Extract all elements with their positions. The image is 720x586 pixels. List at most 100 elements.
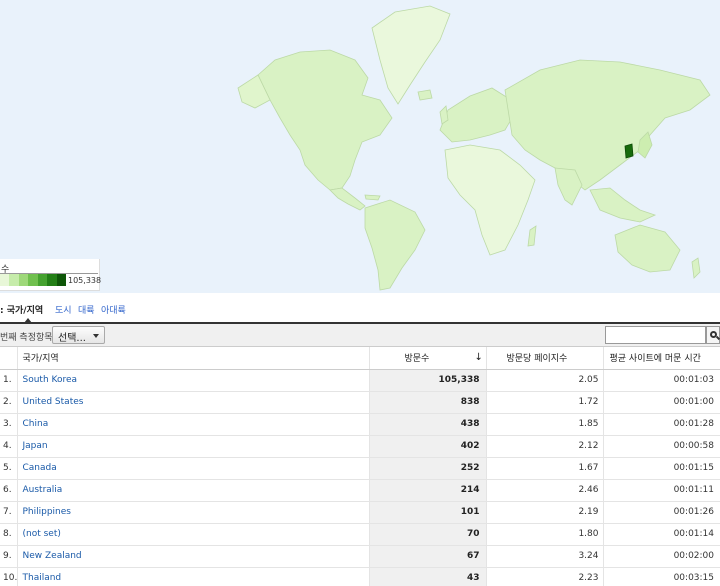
country-link[interactable]: China [23,419,49,429]
table-row[interactable]: 3. China 438 1.85 00:01:28 [0,413,720,436]
map-region-north-america [257,49,393,191]
table-row[interactable]: 5. Canada 252 1.67 00:01:15 [0,457,720,480]
table-row[interactable]: 1. South Korea 105,338 2.05 00:01:03 [0,369,720,392]
row-avg-time: 00:00:58 [602,435,720,458]
secondary-dimension-label: 번째 측정항목 [0,333,53,343]
row-visits: 70 [368,523,486,546]
table-row[interactable]: 8. (not set) 70 1.80 00:01:14 [0,523,720,546]
legend-swatch [47,274,57,286]
header-country[interactable]: 국가/지역 [17,347,369,370]
map-region-new-zealand [691,257,701,279]
data-table: 국가/지역 방문수 ↓ 방문당 페이지수 평균 사이트에 머문 시간 1. Sou… [0,347,720,586]
legend-swatch [0,274,10,286]
table-row[interactable]: 4. Japan 402 2.12 00:00:58 [0,435,720,458]
row-pages-per-visit: 1.80 [485,523,603,546]
map-region-central-america [329,187,366,211]
country-link[interactable]: (not set) [23,529,61,539]
map-region-south-korea [624,143,634,159]
row-visits: 214 [368,479,486,502]
row-rank: 6. [0,479,18,502]
row-avg-time: 00:01:03 [602,369,720,392]
country-link[interactable]: Canada [23,463,57,473]
table-row[interactable]: 2. United States 838 1.72 00:01:00 [0,391,720,414]
map-region-australia [614,224,681,273]
row-pages-per-visit: 2.23 [485,567,603,586]
chevron-down-icon [93,334,99,338]
country-link[interactable]: Japan [23,441,48,451]
row-pages-per-visit: 2.05 [485,369,603,392]
table-header-row: 국가/지역 방문수 ↓ 방문당 페이지수 평균 사이트에 머문 시간 [0,347,720,370]
row-country-cell: Japan [17,435,369,458]
row-avg-time: 00:01:28 [602,413,720,436]
dimension-tabs: : 국가/지역 도시 대륙 아대륙 [0,303,720,321]
secondary-dimension-select[interactable]: 선택... [52,326,105,344]
map-region-southeast-asia [589,187,657,223]
row-country-cell: (not set) [17,523,369,546]
country-link[interactable]: Philippines [23,507,72,517]
map-region-europe [439,87,513,143]
row-visits: 402 [368,435,486,458]
row-rank: 5. [0,457,18,480]
map-region-madagascar [527,225,537,247]
row-country-cell: Australia [17,479,369,502]
row-pages-per-visit: 2.46 [485,479,603,502]
legend-swatch [18,274,29,286]
country-link[interactable]: Thailand [23,573,62,583]
legend-swatch [28,274,38,286]
country-link[interactable]: New Zealand [23,551,82,561]
row-avg-time: 00:01:15 [602,457,720,480]
legend-color-scale [0,274,66,286]
row-avg-time: 00:01:14 [602,523,720,546]
search-button[interactable] [706,326,720,344]
row-visits: 438 [368,413,486,436]
row-visits: 105,338 [368,369,486,392]
row-rank: 7. [0,501,18,524]
row-country-cell: New Zealand [17,545,369,568]
header-pages-per-visit[interactable]: 방문당 페이지수 [485,347,603,370]
row-avg-time: 00:01:00 [602,391,720,414]
row-avg-time: 00:01:26 [602,501,720,524]
row-avg-time: 00:02:00 [602,545,720,568]
header-rank [0,347,18,370]
row-rank: 3. [0,413,18,436]
tab-subcontinent[interactable]: 아대륙 [101,303,126,316]
world-map[interactable]: 수 105,338 [0,0,720,293]
header-visits-label: 방문수 [404,354,430,365]
map-region-south-america [364,199,426,291]
country-link[interactable]: Australia [23,485,63,495]
sort-descending-icon: ↓ [474,352,483,363]
table-row[interactable]: 6. Australia 214 2.46 00:01:11 [0,479,720,502]
country-link[interactable]: United States [23,397,84,407]
search-input[interactable] [605,326,706,344]
header-visits[interactable]: 방문수 ↓ [368,347,486,370]
row-pages-per-visit: 3.24 [485,545,603,568]
row-country-cell: Canada [17,457,369,480]
country-link[interactable]: South Korea [23,375,78,385]
row-country-cell: Philippines [17,501,369,524]
map-region-africa [444,144,536,256]
row-visits: 101 [368,501,486,524]
table-row[interactable]: 7. Philippines 101 2.19 00:01:26 [0,501,720,524]
map-region-asia [504,59,711,191]
legend-swatch [37,274,48,286]
row-country-cell: South Korea [17,369,369,392]
tab-continent[interactable]: 대륙 [78,303,95,316]
row-pages-per-visit: 1.72 [485,391,603,414]
row-visits: 67 [368,545,486,568]
row-pages-per-visit: 1.67 [485,457,603,480]
legend-swatch [9,274,19,286]
row-visits: 252 [368,457,486,480]
select-label: 선택... [58,333,86,344]
tab-country[interactable]: : 국가/지역 [0,303,43,316]
row-country-cell: United States [17,391,369,414]
row-pages-per-visit: 2.19 [485,501,603,524]
table-row[interactable]: 9. New Zealand 67 3.24 00:02:00 [0,545,720,568]
row-pages-per-visit: 2.12 [485,435,603,458]
row-visits: 43 [368,567,486,586]
row-avg-time: 00:01:11 [602,479,720,502]
tab-city[interactable]: 도시 [55,303,72,316]
row-country-cell: Thailand [17,567,369,586]
table-row[interactable]: 10. Thailand 43 2.23 00:03:15 [0,567,720,586]
row-rank: 1. [0,369,18,392]
header-avg-time[interactable]: 평균 사이트에 머문 시간 [602,347,720,370]
